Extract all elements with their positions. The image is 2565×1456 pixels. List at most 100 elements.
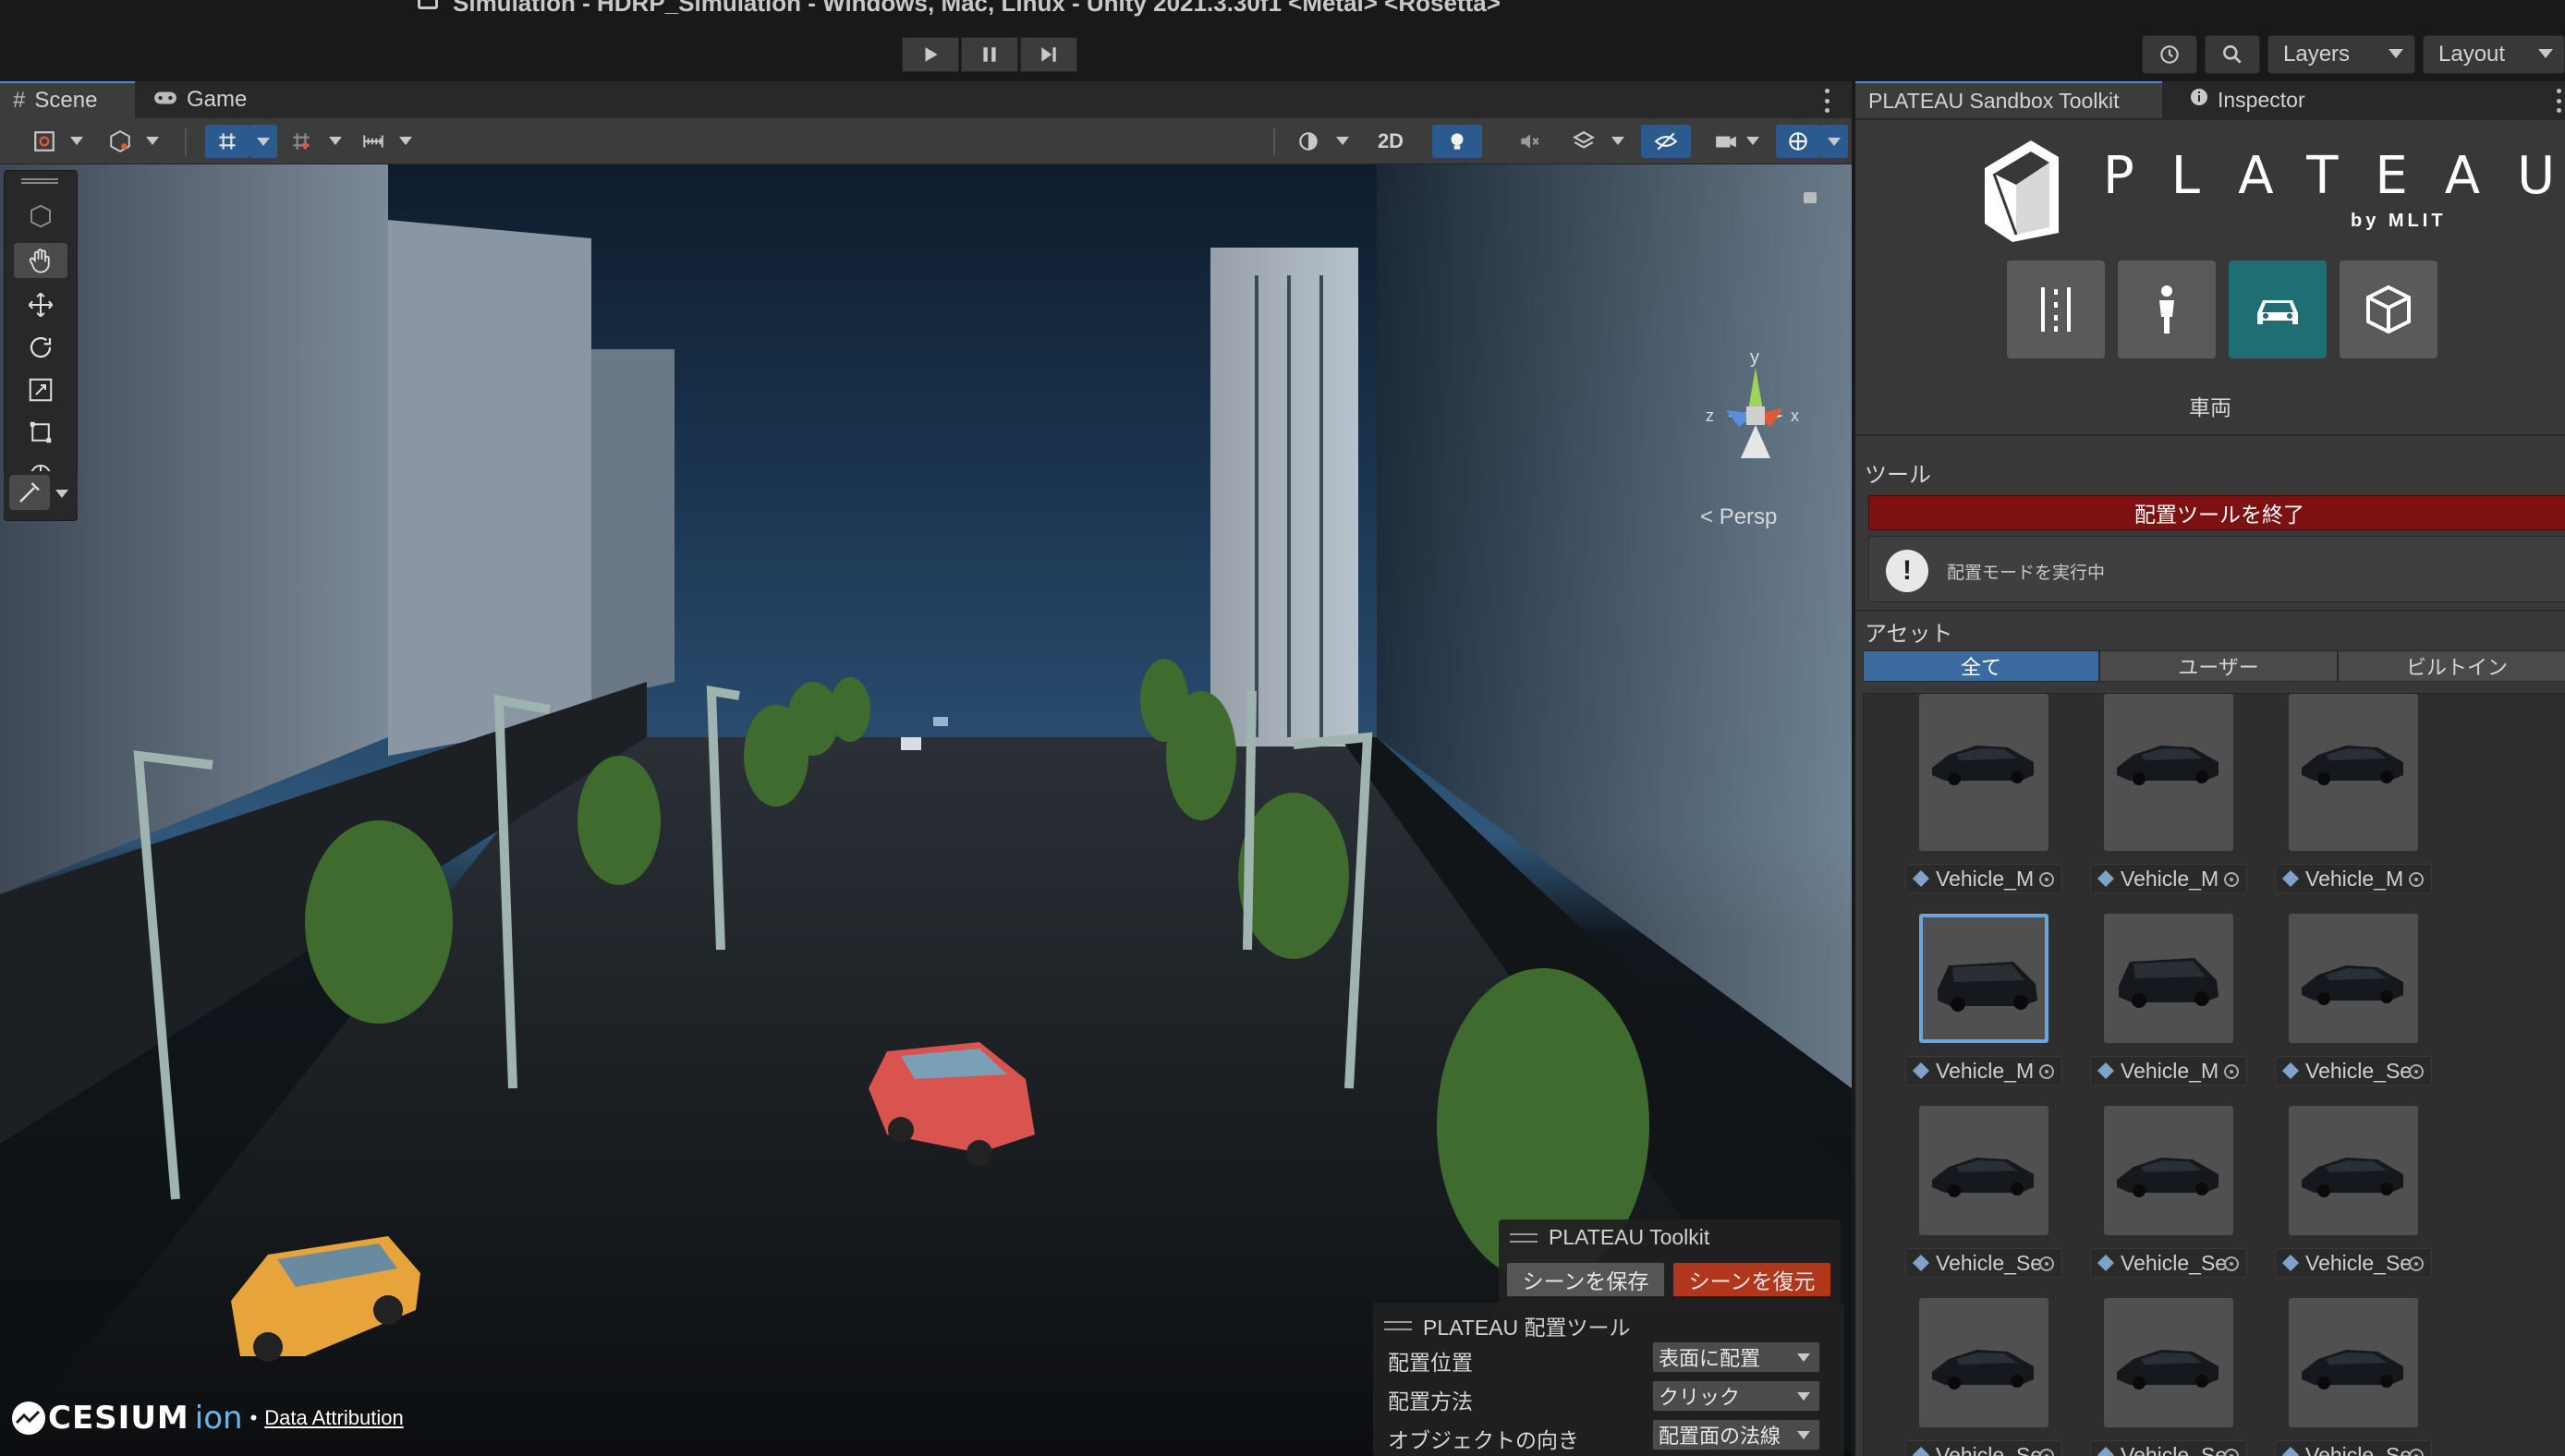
rotate-tool[interactable] <box>14 330 67 365</box>
gizmos-dropdown[interactable] <box>1820 125 1848 158</box>
projection-label[interactable]: < Persp <box>1700 504 1777 530</box>
grid-snap-button[interactable] <box>205 125 249 158</box>
gizmos-button[interactable] <box>1776 125 1820 158</box>
end-placement-tool-button[interactable]: 配置ツールを終了 <box>1868 495 2565 530</box>
rect-tool[interactable] <box>14 415 67 450</box>
scene-viewport[interactable]: y x z < Persp PLATEAU Toolkit シーンを保存 シーン… <box>0 164 1852 1456</box>
placement-position-select[interactable]: 表面に配置 <box>1652 1341 1820 1373</box>
chevron-down-icon[interactable] <box>55 490 68 498</box>
drag-handle-icon[interactable] <box>21 178 58 184</box>
asset-thumbnail[interactable] <box>1919 1298 2048 1427</box>
scene-visibility-button[interactable] <box>1641 125 1691 158</box>
asset-thumbnail[interactable] <box>2289 914 2418 1043</box>
asset-thumbnail[interactable] <box>2289 694 2418 823</box>
scene-camera-button[interactable] <box>1708 125 1744 158</box>
move-tool[interactable] <box>14 287 67 322</box>
restore-scene-button[interactable]: シーンを復元 <box>1672 1262 1831 1297</box>
grid-snap-dropdown[interactable] <box>249 125 277 158</box>
panel-options-icon[interactable] <box>2556 89 2561 113</box>
category-track-button[interactable] <box>2007 261 2105 358</box>
layout-dropdown[interactable]: Layout <box>2423 35 2565 74</box>
tab-scene[interactable]: # Scene <box>0 81 135 118</box>
tab-game[interactable]: Game <box>140 81 270 118</box>
chevron-down-icon[interactable] <box>70 137 83 145</box>
play-button[interactable] <box>902 37 959 72</box>
asset-object-field[interactable]: Vehicle_Se <box>2275 1440 2432 1456</box>
hand-tool[interactable] <box>14 243 67 278</box>
filter-tab-all[interactable]: 全て <box>1863 650 2099 682</box>
asset-thumbnail[interactable] <box>2104 914 2233 1043</box>
drag-handle-icon[interactable] <box>1510 1232 1538 1243</box>
snap-increment-button[interactable] <box>283 125 320 158</box>
asset-object-field[interactable]: Vehicle_M <box>2090 1056 2247 1086</box>
lighting-toggle-button[interactable] <box>1432 125 1482 158</box>
orientation-tool-button[interactable] <box>26 125 63 158</box>
history-button[interactable] <box>2142 35 2197 74</box>
chevron-down-icon[interactable] <box>1746 137 1759 145</box>
category-human-button[interactable] <box>2118 261 2216 358</box>
data-attribution-link[interactable]: Data Attribution <box>264 1406 403 1430</box>
scale-tool[interactable] <box>14 372 67 407</box>
2d-toggle-button[interactable]: 2D <box>1366 125 1416 158</box>
object-picker-icon[interactable] <box>2039 1449 2054 1456</box>
object-picker-icon[interactable] <box>2039 872 2054 887</box>
asset-object-field[interactable]: Vehicle_Se <box>2275 1248 2432 1278</box>
object-picker-icon[interactable] <box>2039 1256 2054 1271</box>
layers-dropdown[interactable]: Layers <box>2267 35 2415 74</box>
chevron-down-icon[interactable] <box>146 137 159 145</box>
search-button[interactable] <box>2205 35 2260 74</box>
step-button[interactable] <box>1020 37 1077 72</box>
category-vehicle-button[interactable] <box>2229 261 2327 358</box>
lock-icon[interactable] <box>1804 192 1817 203</box>
asset-object-field[interactable]: Vehicle_Se <box>1905 1440 2062 1456</box>
pause-button[interactable] <box>961 37 1018 72</box>
custom-tool-button[interactable] <box>9 475 50 510</box>
scene-options-icon[interactable] <box>1824 89 1830 113</box>
asset-object-field[interactable]: Vehicle_Se <box>1905 1248 2062 1278</box>
chevron-down-icon[interactable] <box>1336 137 1349 145</box>
object-picker-icon[interactable] <box>2224 1256 2239 1271</box>
filter-tab-builtin[interactable]: ビルトイン <box>2338 650 2565 682</box>
shading-mode-button[interactable] <box>1290 125 1327 158</box>
tab-plateau-sandbox-toolkit[interactable]: PLATEAU Sandbox Toolkit <box>1855 81 2162 118</box>
asset-thumbnail[interactable] <box>1919 1106 2048 1235</box>
filter-tab-user[interactable]: ユーザー <box>2099 650 2338 682</box>
save-scene-button[interactable]: シーンを保存 <box>1506 1262 1665 1297</box>
object-picker-icon[interactable] <box>2224 872 2239 887</box>
view-tool-dropdown[interactable] <box>14 199 67 234</box>
pivot-tool-button[interactable] <box>102 125 139 158</box>
overlay-title[interactable]: PLATEAU 配置ツール <box>1384 1310 1631 1341</box>
object-picker-icon[interactable] <box>2409 1256 2424 1271</box>
asset-object-field[interactable]: Vehicle_M <box>1905 1056 2062 1086</box>
object-picker-icon[interactable] <box>2039 1064 2054 1079</box>
overlay-title[interactable]: PLATEAU Toolkit <box>1510 1225 1709 1250</box>
asset-thumbnail[interactable] <box>2104 1106 2233 1235</box>
asset-thumbnail[interactable] <box>1919 914 2048 1043</box>
object-picker-icon[interactable] <box>2409 1064 2424 1079</box>
asset-thumbnail[interactable] <box>2104 1298 2233 1427</box>
effects-button[interactable] <box>1565 125 1602 158</box>
asset-object-field[interactable]: Vehicle_Se <box>2090 1440 2247 1456</box>
object-picker-icon[interactable] <box>2409 1449 2424 1456</box>
tab-inspector[interactable]: Inspector <box>2177 81 2343 118</box>
asset-object-field[interactable]: Vehicle_M <box>1905 864 2062 893</box>
asset-object-field[interactable]: Vehicle_M <box>2090 864 2247 893</box>
audio-toggle-button[interactable] <box>1504 125 1554 158</box>
asset-object-field[interactable]: Vehicle_Se <box>2275 1056 2432 1086</box>
orientation-gizmo[interactable]: y x z <box>1682 347 1830 488</box>
object-picker-icon[interactable] <box>2409 872 2424 887</box>
chevron-down-icon[interactable] <box>329 137 342 145</box>
ruler-snap-button[interactable] <box>355 125 392 158</box>
asset-thumbnail[interactable] <box>2289 1298 2418 1427</box>
asset-object-field[interactable]: Vehicle_Se <box>2090 1248 2247 1278</box>
object-picker-icon[interactable] <box>2224 1064 2239 1079</box>
placement-method-select[interactable]: クリック <box>1652 1380 1820 1412</box>
asset-thumbnail[interactable] <box>1919 694 2048 823</box>
object-picker-icon[interactable] <box>2224 1449 2239 1456</box>
asset-object-field[interactable]: Vehicle_M <box>2275 864 2432 893</box>
chevron-down-icon[interactable] <box>1611 137 1624 145</box>
chevron-down-icon[interactable] <box>399 137 412 145</box>
category-prop-button[interactable] <box>2340 261 2437 358</box>
object-orientation-select[interactable]: 配置面の法線 <box>1652 1419 1820 1450</box>
asset-thumbnail[interactable] <box>2289 1106 2418 1235</box>
